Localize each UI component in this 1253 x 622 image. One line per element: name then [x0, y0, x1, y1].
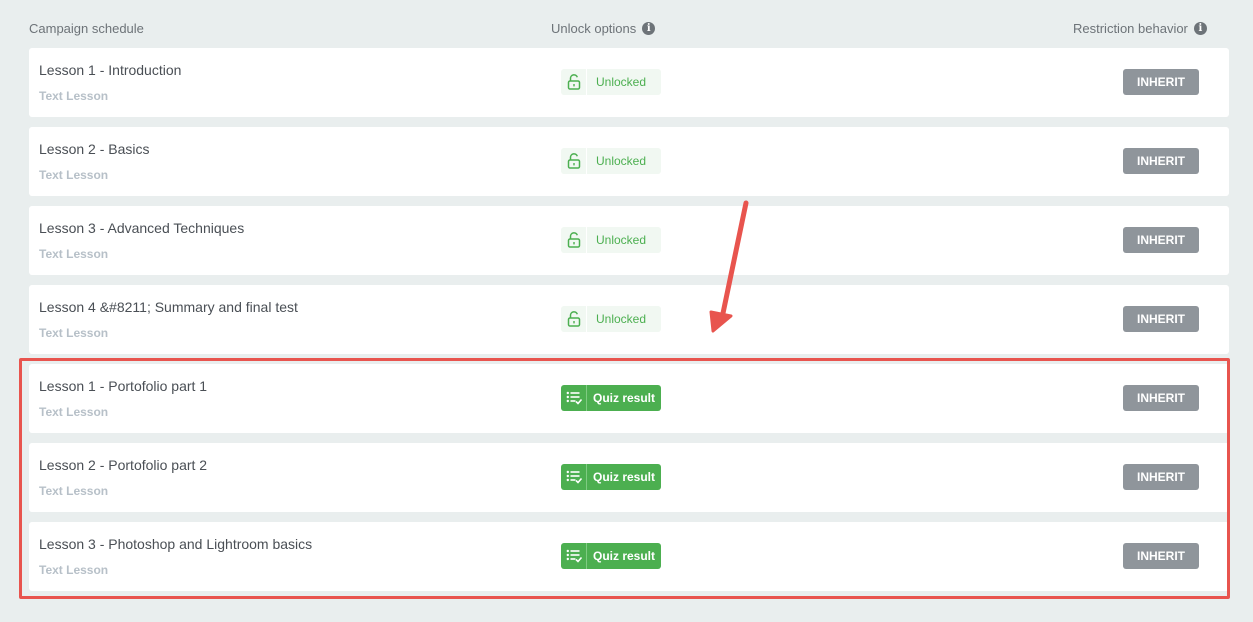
unlock-option-label: Quiz result — [592, 470, 655, 484]
lesson-title[interactable]: Lesson 2 - Portofolio part 2 — [39, 457, 207, 473]
restriction-inherit-button[interactable]: INHERIT — [1123, 148, 1199, 174]
restriction-inherit-button[interactable]: INHERIT — [1123, 227, 1199, 253]
info-icon[interactable]: i — [642, 22, 656, 35]
lesson-title[interactable]: Lesson 1 - Introduction — [39, 62, 181, 78]
table-header: Campaign schedule Unlock options i Restr… — [0, 0, 1253, 48]
lesson-type: Text Lesson — [39, 326, 109, 340]
lesson-row[interactable]: Lesson 3 - Photoshop and Lightroom basic… — [29, 522, 1229, 591]
unlock-option-label: Unlocked — [595, 233, 647, 247]
restriction-inherit-button[interactable]: INHERIT — [1123, 464, 1199, 490]
unlock-icon — [561, 69, 587, 95]
unlock-option-label: Unlocked — [595, 154, 647, 168]
lesson-type: Text Lesson — [39, 89, 109, 103]
unlock-option-label: Unlocked — [595, 75, 647, 89]
unlock-option-label: Unlocked — [595, 312, 647, 326]
unlock-option-label: Quiz result — [592, 391, 655, 405]
lesson-row[interactable]: Lesson 1 - Portofolio part 1 Text Lesson… — [29, 364, 1229, 433]
quiz-result-button[interactable]: Quiz result — [561, 543, 661, 569]
quiz-result-button[interactable]: Quiz result — [561, 464, 661, 490]
unlock-options-header-label: Unlock options — [551, 21, 637, 36]
lesson-title[interactable]: Lesson 1 - Portofolio part 1 — [39, 378, 207, 394]
unlock-option-label: Quiz result — [592, 549, 655, 563]
quiz-list-icon — [561, 385, 587, 411]
schedule-header-label: Campaign schedule — [29, 21, 144, 36]
restriction-header: Restriction behavior i — [1073, 21, 1207, 36]
restriction-inherit-button[interactable]: INHERIT — [1123, 543, 1199, 569]
schedule-header: Campaign schedule — [29, 21, 144, 36]
lesson-type: Text Lesson — [39, 405, 109, 419]
unlock-icon — [561, 148, 587, 174]
lesson-row[interactable]: Lesson 2 - Portofolio part 2 Text Lesson… — [29, 443, 1229, 512]
lesson-type: Text Lesson — [39, 168, 109, 182]
lesson-title[interactable]: Lesson 3 - Advanced Techniques — [39, 220, 244, 236]
unlocked-button[interactable]: Unlocked — [561, 148, 661, 174]
lesson-type: Text Lesson — [39, 563, 109, 577]
lesson-type: Text Lesson — [39, 247, 109, 261]
info-icon[interactable]: i — [1193, 22, 1207, 35]
lesson-row[interactable]: Lesson 4 &#8211; Summary and final test … — [29, 285, 1229, 354]
unlock-options-header: Unlock options i — [551, 21, 656, 36]
unlocked-button[interactable]: Unlocked — [561, 227, 661, 253]
unlock-icon — [561, 306, 587, 332]
lesson-type: Text Lesson — [39, 484, 109, 498]
unlock-icon — [561, 227, 587, 253]
restriction-inherit-button[interactable]: INHERIT — [1123, 306, 1199, 332]
lesson-row[interactable]: Lesson 3 - Advanced Techniques Text Less… — [29, 206, 1229, 275]
quiz-result-button[interactable]: Quiz result — [561, 385, 661, 411]
restriction-inherit-button[interactable]: INHERIT — [1123, 69, 1199, 95]
restriction-header-label: Restriction behavior — [1073, 21, 1188, 36]
lesson-row[interactable]: Lesson 1 - Introduction Text Lesson Unlo… — [29, 48, 1229, 117]
quiz-list-icon — [561, 543, 587, 569]
lesson-row[interactable]: Lesson 2 - Basics Text Lesson Unlocked I… — [29, 127, 1229, 196]
unlocked-button[interactable]: Unlocked — [561, 306, 661, 332]
quiz-list-icon — [561, 464, 587, 490]
lesson-title[interactable]: Lesson 4 &#8211; Summary and final test — [39, 299, 298, 315]
lesson-list: Lesson 1 - Introduction Text Lesson Unlo… — [29, 48, 1229, 601]
lesson-title[interactable]: Lesson 2 - Basics — [39, 141, 150, 157]
restriction-inherit-button[interactable]: INHERIT — [1123, 385, 1199, 411]
unlocked-button[interactable]: Unlocked — [561, 69, 661, 95]
lesson-title[interactable]: Lesson 3 - Photoshop and Lightroom basic… — [39, 536, 312, 552]
